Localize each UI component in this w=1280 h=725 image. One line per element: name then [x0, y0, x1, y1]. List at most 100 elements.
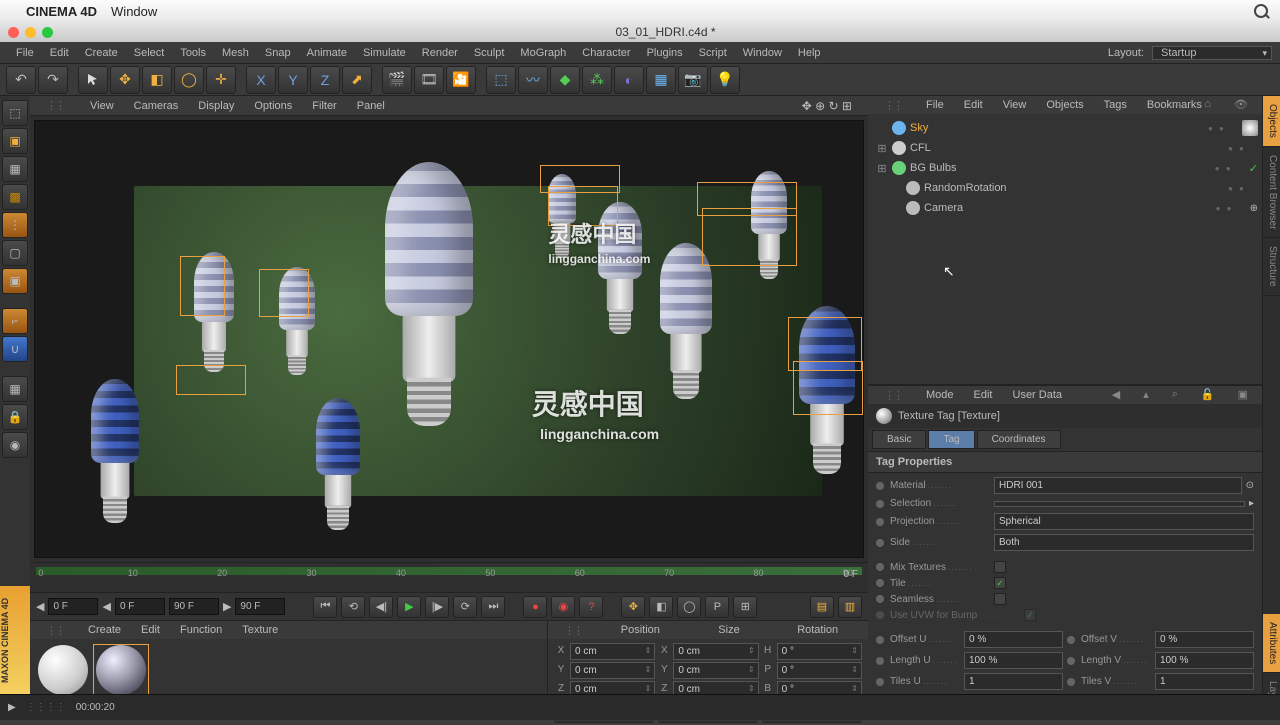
- offset-v-field[interactable]: 0 %: [1155, 631, 1254, 648]
- goto-start-button[interactable]: ⏮: [313, 596, 337, 618]
- x-axis-toggle[interactable]: X: [246, 66, 276, 94]
- attr-tab-tag[interactable]: Tag: [928, 430, 974, 449]
- arrow-right-icon[interactable]: ▶: [223, 600, 231, 613]
- seamless-checkbox[interactable]: [994, 593, 1006, 605]
- menu-tools[interactable]: Tools: [172, 47, 214, 59]
- prev-frame-button[interactable]: ◀|: [369, 596, 393, 618]
- search-icon[interactable]: ⌕: [1165, 98, 1191, 111]
- z-axis-toggle[interactable]: Z: [310, 66, 340, 94]
- render-settings-button[interactable]: 🎦: [446, 66, 476, 94]
- menu-mograph[interactable]: MoGraph: [512, 47, 574, 59]
- add-spline-icon[interactable]: 〰: [518, 66, 548, 94]
- add-array-icon[interactable]: ⁂: [582, 66, 612, 94]
- status-play-icon[interactable]: ▶: [8, 702, 16, 713]
- selection-field[interactable]: [994, 501, 1245, 507]
- search-icon[interactable]: ⌕: [1162, 388, 1188, 401]
- menu-edit[interactable]: Edit: [42, 47, 77, 59]
- viewmenu-view[interactable]: View: [80, 100, 124, 112]
- lock-button[interactable]: 🔒: [2, 404, 28, 430]
- objects-tab[interactable]: Objects: [1263, 96, 1280, 147]
- menu-animate[interactable]: Animate: [299, 47, 355, 59]
- attr-tab-coordinates[interactable]: Coordinates: [977, 430, 1061, 449]
- prev-key-button[interactable]: ⟲: [341, 596, 365, 618]
- app-name[interactable]: CINEMA 4D: [26, 4, 97, 19]
- object-row[interactable]: Sky● ●: [872, 118, 1258, 138]
- render-view-button[interactable]: 🎬: [382, 66, 412, 94]
- menu-help[interactable]: Help: [790, 47, 829, 59]
- select-tool[interactable]: [78, 66, 108, 94]
- record-button[interactable]: ●: [523, 596, 547, 618]
- coord-system-button[interactable]: ⬈: [342, 66, 372, 94]
- tiles-v-field[interactable]: 1: [1155, 673, 1254, 690]
- texture-tag-icon[interactable]: [1242, 120, 1258, 136]
- menu-mesh[interactable]: Mesh: [214, 47, 257, 59]
- objmenu-view[interactable]: View: [993, 99, 1037, 111]
- active-os-menu[interactable]: Window: [111, 4, 157, 19]
- spotlight-icon[interactable]: [1254, 4, 1268, 18]
- object-row[interactable]: ⊞BG Bulbs● ●✓: [872, 158, 1258, 178]
- object-row[interactable]: ⊞CFL● ●: [872, 138, 1258, 158]
- new-window-icon[interactable]: ▣: [1228, 388, 1258, 401]
- object-row[interactable]: RandomRotation● ●: [872, 178, 1258, 198]
- objmenu-file[interactable]: File: [916, 99, 954, 111]
- move-tool[interactable]: ✥: [110, 66, 140, 94]
- model-mode-button[interactable]: ▣: [2, 128, 28, 154]
- length-u-field[interactable]: 100 %: [964, 652, 1063, 669]
- snap-toggle-button[interactable]: ∪: [2, 336, 28, 362]
- add-environment-icon[interactable]: ▦: [646, 66, 676, 94]
- viewport-nav-icon[interactable]: ✥ ⊕ ↻ ⊞: [792, 99, 862, 113]
- texture-mode-button[interactable]: ▦: [2, 156, 28, 182]
- attr-tab-basic[interactable]: Basic: [872, 430, 926, 449]
- loop-start-field[interactable]: 0 F: [115, 598, 165, 615]
- menu-file[interactable]: File: [8, 47, 42, 59]
- eye-icon[interactable]: 👁: [1224, 98, 1258, 111]
- menu-render[interactable]: Render: [414, 47, 466, 59]
- offset-u-field[interactable]: 0 %: [964, 631, 1063, 648]
- add-camera-icon[interactable]: 📷: [678, 66, 708, 94]
- add-cube-icon[interactable]: ⬚: [486, 66, 516, 94]
- panel-grip-icon[interactable]: ⋮⋮: [554, 624, 592, 637]
- viewmenu-filter[interactable]: Filter: [302, 100, 346, 112]
- key-position-button[interactable]: ✥: [621, 596, 645, 618]
- matmenu-edit[interactable]: Edit: [131, 624, 170, 636]
- matmenu-create[interactable]: Create: [78, 624, 131, 636]
- size-y-field[interactable]: 0 cm: [673, 662, 758, 679]
- make-editable-button[interactable]: ⬚: [2, 100, 28, 126]
- undo-button[interactable]: ↶: [6, 66, 36, 94]
- keyframe-options-button[interactable]: ?: [579, 596, 603, 618]
- home-icon[interactable]: ⌂: [1194, 98, 1221, 111]
- layout-dropdown[interactable]: Startup: [1152, 46, 1272, 60]
- loop-end-field[interactable]: 90 F: [169, 598, 219, 615]
- nav-back-icon[interactable]: ◀: [1102, 388, 1130, 401]
- objmenu-tags[interactable]: Tags: [1094, 99, 1137, 111]
- next-frame-button[interactable]: |▶: [425, 596, 449, 618]
- zoom-traffic-light[interactable]: [42, 27, 53, 38]
- material-picker-icon[interactable]: ⊙: [1246, 480, 1254, 491]
- content-browser-tab[interactable]: Content Browser: [1263, 147, 1280, 238]
- matmenu-function[interactable]: Function: [170, 624, 232, 636]
- objmenu-objects[interactable]: Objects: [1036, 99, 1093, 111]
- viewmenu-display[interactable]: Display: [188, 100, 244, 112]
- point-mode-button[interactable]: ⋮: [2, 212, 28, 238]
- viewmenu-options[interactable]: Options: [244, 100, 302, 112]
- rot-p-field[interactable]: 0 °: [777, 662, 862, 679]
- tiles-u-field[interactable]: 1: [964, 673, 1063, 690]
- render-region-button[interactable]: 🎞: [414, 66, 444, 94]
- close-traffic-light[interactable]: [8, 27, 19, 38]
- attrmenu-user-data[interactable]: User Data: [1003, 389, 1073, 401]
- polygon-mode-button[interactable]: ▣: [2, 268, 28, 294]
- lasttool-button[interactable]: ✛: [206, 66, 236, 94]
- fcurve-window-button[interactable]: ▥: [838, 596, 862, 618]
- matmenu-texture[interactable]: Texture: [232, 624, 288, 636]
- menu-select[interactable]: Select: [126, 47, 173, 59]
- length-v-field[interactable]: 100 %: [1155, 652, 1254, 669]
- nav-up-icon[interactable]: ▴: [1133, 388, 1159, 401]
- timeline-window-button[interactable]: ▤: [810, 596, 834, 618]
- menu-sculpt[interactable]: Sculpt: [466, 47, 513, 59]
- axis-tool-button[interactable]: ⌐: [2, 308, 28, 334]
- object-row[interactable]: Camera● ●⊕: [872, 198, 1258, 218]
- key-param-button[interactable]: P: [705, 596, 729, 618]
- soft-select-button[interactable]: ◉: [2, 432, 28, 458]
- viewmenu-panel[interactable]: Panel: [347, 100, 395, 112]
- viewport[interactable]: 灵感中国 lingganchina.com 灵感中国 lingganchina.…: [34, 120, 864, 558]
